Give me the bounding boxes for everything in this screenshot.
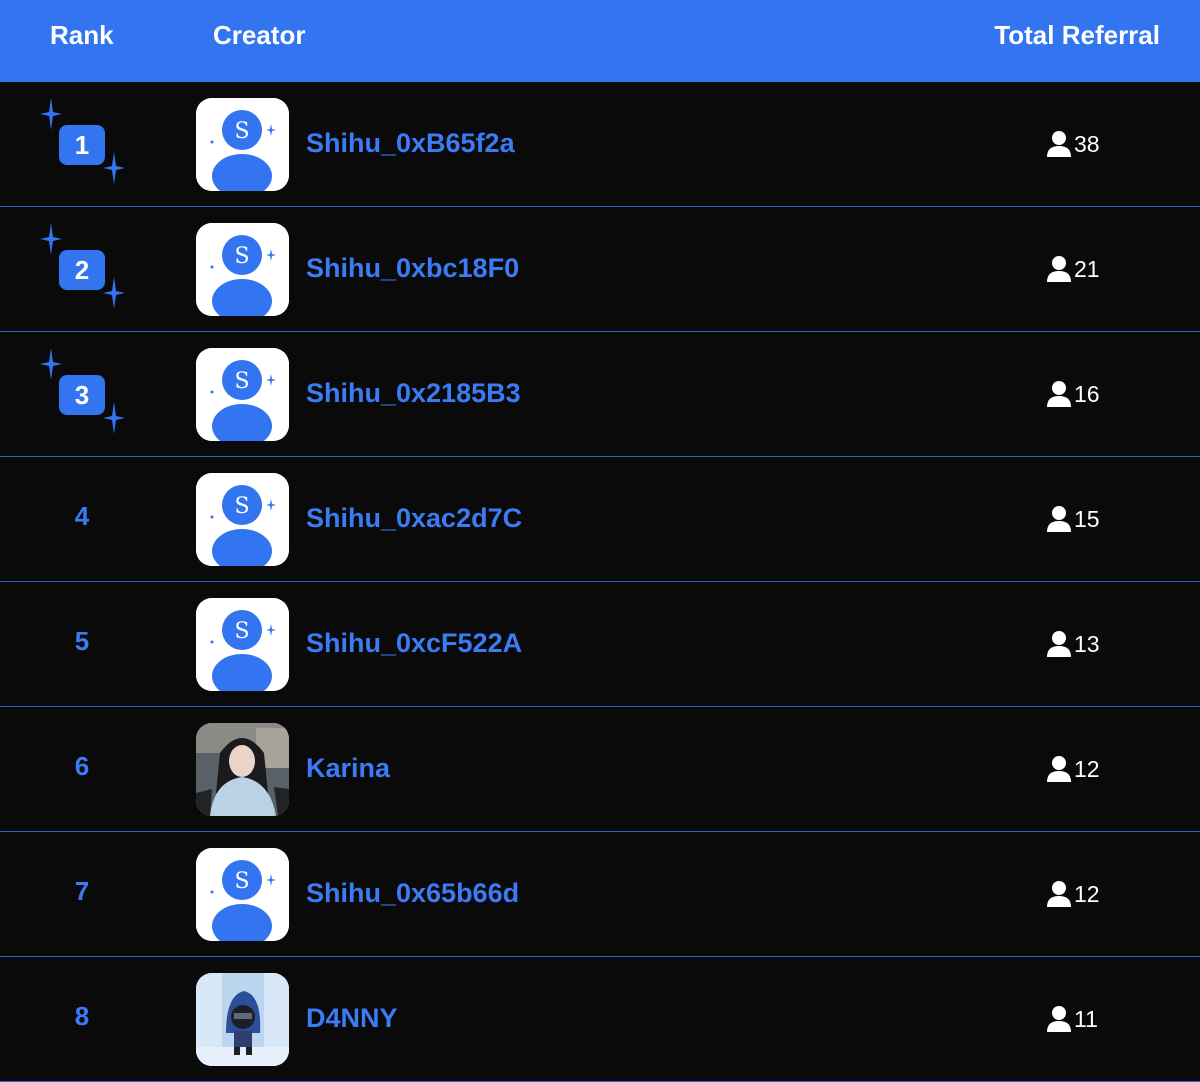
svg-text:S: S [234,619,249,644]
sparkle-icon [40,223,62,255]
default-s-avatar-icon: S [196,473,289,566]
referral-count: 12 [1046,880,1100,908]
table-row[interactable]: 7 S Shihu_0x65b66d 12 [0,832,1200,957]
creator-name-link[interactable]: Shihu_0xcF522A [306,628,522,659]
referral-value: 15 [1074,505,1100,532]
default-s-avatar-icon: S [196,98,289,191]
table-header: Rank Creator Total Referral [0,0,1200,82]
default-s-avatar-icon: S [196,348,289,441]
referral-value: 38 [1074,130,1100,157]
svg-text:S: S [234,244,249,269]
avatar[interactable] [196,723,289,816]
referral-value: 12 [1074,755,1100,782]
table-row[interactable]: 4 S Shihu_0xac2d7C 15 [0,457,1200,582]
person-icon [1047,631,1071,657]
referral-count: 16 [1046,380,1100,408]
default-s-avatar-icon: S [196,598,289,691]
person-icon [1047,1006,1071,1032]
referral-count: 38 [1046,130,1100,158]
sparkle-icon [40,348,62,380]
avatar[interactable]: S [196,348,289,441]
rank-number: 7 [74,876,90,906]
person-icon [1047,506,1071,532]
referral-value: 11 [1074,1005,1098,1032]
sparkle-icon [103,152,125,184]
creator-column-header: Creator [213,20,306,50]
total-referral-column-header: Total Referral [994,20,1160,50]
referral-count: 12 [1046,755,1100,783]
referral-count: 11 [1046,1005,1098,1033]
svg-text:S: S [234,494,249,519]
default-s-avatar-icon: S [196,848,289,941]
sparkle-icon [103,277,125,309]
table-row[interactable]: 1 S Shihu_0xB65f2a 38 [0,82,1200,207]
person-icon [1047,756,1071,782]
avatar[interactable]: S [196,848,289,941]
svg-text:S: S [234,869,249,894]
referral-count: 13 [1046,630,1100,658]
creator-name-link[interactable]: Shihu_0x65b66d [306,878,519,909]
leaderboard-table: Rank Creator Total Referral 1 S Shihu_0x… [0,0,1200,1082]
rank-number: 4 [74,501,90,531]
avatar[interactable]: S [196,223,289,316]
avatar[interactable]: S [196,473,289,566]
person-icon [1047,381,1071,407]
person-icon [1047,881,1071,907]
avatar[interactable]: S [196,598,289,691]
rank-number: 5 [74,626,90,656]
table-row[interactable]: 8 D4NNY 11 [0,957,1200,1082]
avatar[interactable] [196,973,289,1066]
photo-avatar-icon [196,723,289,816]
referral-value: 12 [1074,880,1100,907]
sparkle-icon [40,98,62,130]
referral-value: 21 [1074,255,1100,282]
referral-value: 13 [1074,630,1100,657]
default-s-avatar-icon: S [196,223,289,316]
table-row[interactable]: 6 Karina 12 [0,707,1200,832]
creator-name-link[interactable]: D4NNY [306,1003,398,1034]
sparkle-icon [103,402,125,434]
svg-text:S: S [234,119,249,144]
avatar[interactable]: S [196,98,289,191]
rank-badge: 2 [59,250,105,290]
person-icon [1047,256,1071,282]
table-row[interactable]: 5 S Shihu_0xcF522A 13 [0,582,1200,707]
creator-name-link[interactable]: Karina [306,753,390,784]
rank-badge: 3 [59,375,105,415]
creator-name-link[interactable]: Shihu_0xac2d7C [306,503,522,534]
referral-value: 16 [1074,380,1100,407]
creator-name-link[interactable]: Shihu_0xbc18F0 [306,253,519,284]
creator-name-link[interactable]: Shihu_0x2185B3 [306,378,521,409]
rank-badge: 1 [59,125,105,165]
referral-count: 21 [1046,255,1100,283]
rank-number: 8 [74,1001,90,1031]
table-row[interactable]: 3 S Shihu_0x2185B3 16 [0,332,1200,457]
rank-number: 6 [74,751,90,781]
rank-column-header: Rank [50,20,114,50]
referral-count: 15 [1046,505,1100,533]
game-character-avatar-icon [196,973,289,1066]
svg-text:S: S [234,369,249,394]
table-row[interactable]: 2 S Shihu_0xbc18F0 21 [0,207,1200,332]
person-icon [1047,131,1071,157]
creator-name-link[interactable]: Shihu_0xB65f2a [306,128,515,159]
